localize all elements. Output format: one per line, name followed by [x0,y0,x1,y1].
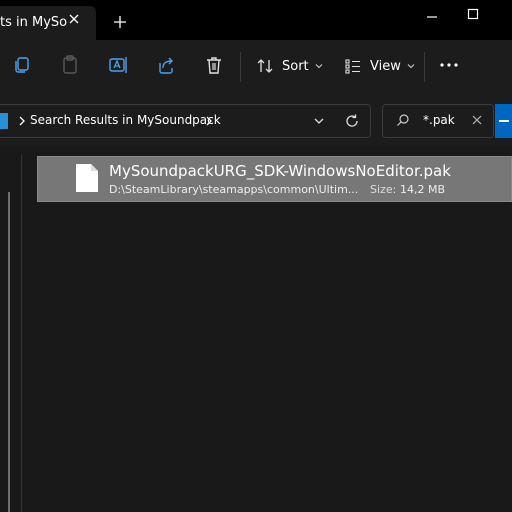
minimize-icon[interactable] [423,12,441,22]
address-bar[interactable]: Search Results in MySoundpack [0,104,371,138]
chevron-down-icon [407,64,415,69]
command-bar: Sort View [0,40,512,93]
breadcrumb[interactable]: Search Results in MySoundpack [30,113,221,127]
file-name: MySoundpackURG_SDK-WindowsNoEditor.pak [109,162,451,180]
file-icon [76,164,98,192]
sort-label: Sort [282,58,309,74]
maximize-icon[interactable] [465,6,481,22]
navigation-pane-divider [21,154,22,512]
view-label: View [370,58,401,74]
sort-icon [257,59,273,73]
chevron-right-icon[interactable] [205,116,213,126]
more-icon[interactable] [438,54,460,76]
tab-search-results[interactable]: ts in MySo [0,6,96,40]
results-pane: MySoundpackURG_SDK-WindowsNoEditor.pak D… [0,146,512,512]
title-bar: ts in MySo [0,0,512,40]
location-icon [0,113,8,129]
file-path: D:\SteamLibrary\steamapps\common\Ultim..… [109,183,359,196]
search-icon [397,114,409,126]
search-button-icon [499,120,509,122]
delete-icon[interactable] [203,54,225,76]
toolbar-divider [240,52,241,82]
search-button[interactable] [495,104,512,138]
tab-title: ts in MySo [0,15,68,30]
close-icon[interactable] [67,12,81,26]
plus-icon[interactable] [113,15,127,29]
navigation-pane-scrollbar[interactable] [8,192,10,512]
search-input[interactable]: *.pak [382,104,494,138]
list-item[interactable]: MySoundpackURG_SDK-WindowsNoEditor.pak D… [37,156,512,202]
chevron-right-icon[interactable] [18,116,26,126]
toolbar-divider [424,52,425,82]
address-bar-row: Search Results in MySoundpack *.pak [0,94,512,146]
paste-icon[interactable] [59,54,81,76]
chevron-down-icon [315,64,323,69]
sort-button[interactable]: Sort [256,54,323,78]
view-button[interactable]: View [344,54,415,78]
search-query: *.pak [423,113,455,127]
copy-icon[interactable] [11,54,33,76]
clear-icon[interactable] [472,115,482,125]
share-icon[interactable] [155,54,177,76]
view-icon [345,59,360,74]
chevron-down-icon[interactable] [313,116,325,126]
rename-icon[interactable] [107,54,129,76]
file-size-label: Size: [370,183,397,196]
refresh-icon[interactable] [344,113,360,129]
file-size: 14,2 MB [400,183,446,196]
